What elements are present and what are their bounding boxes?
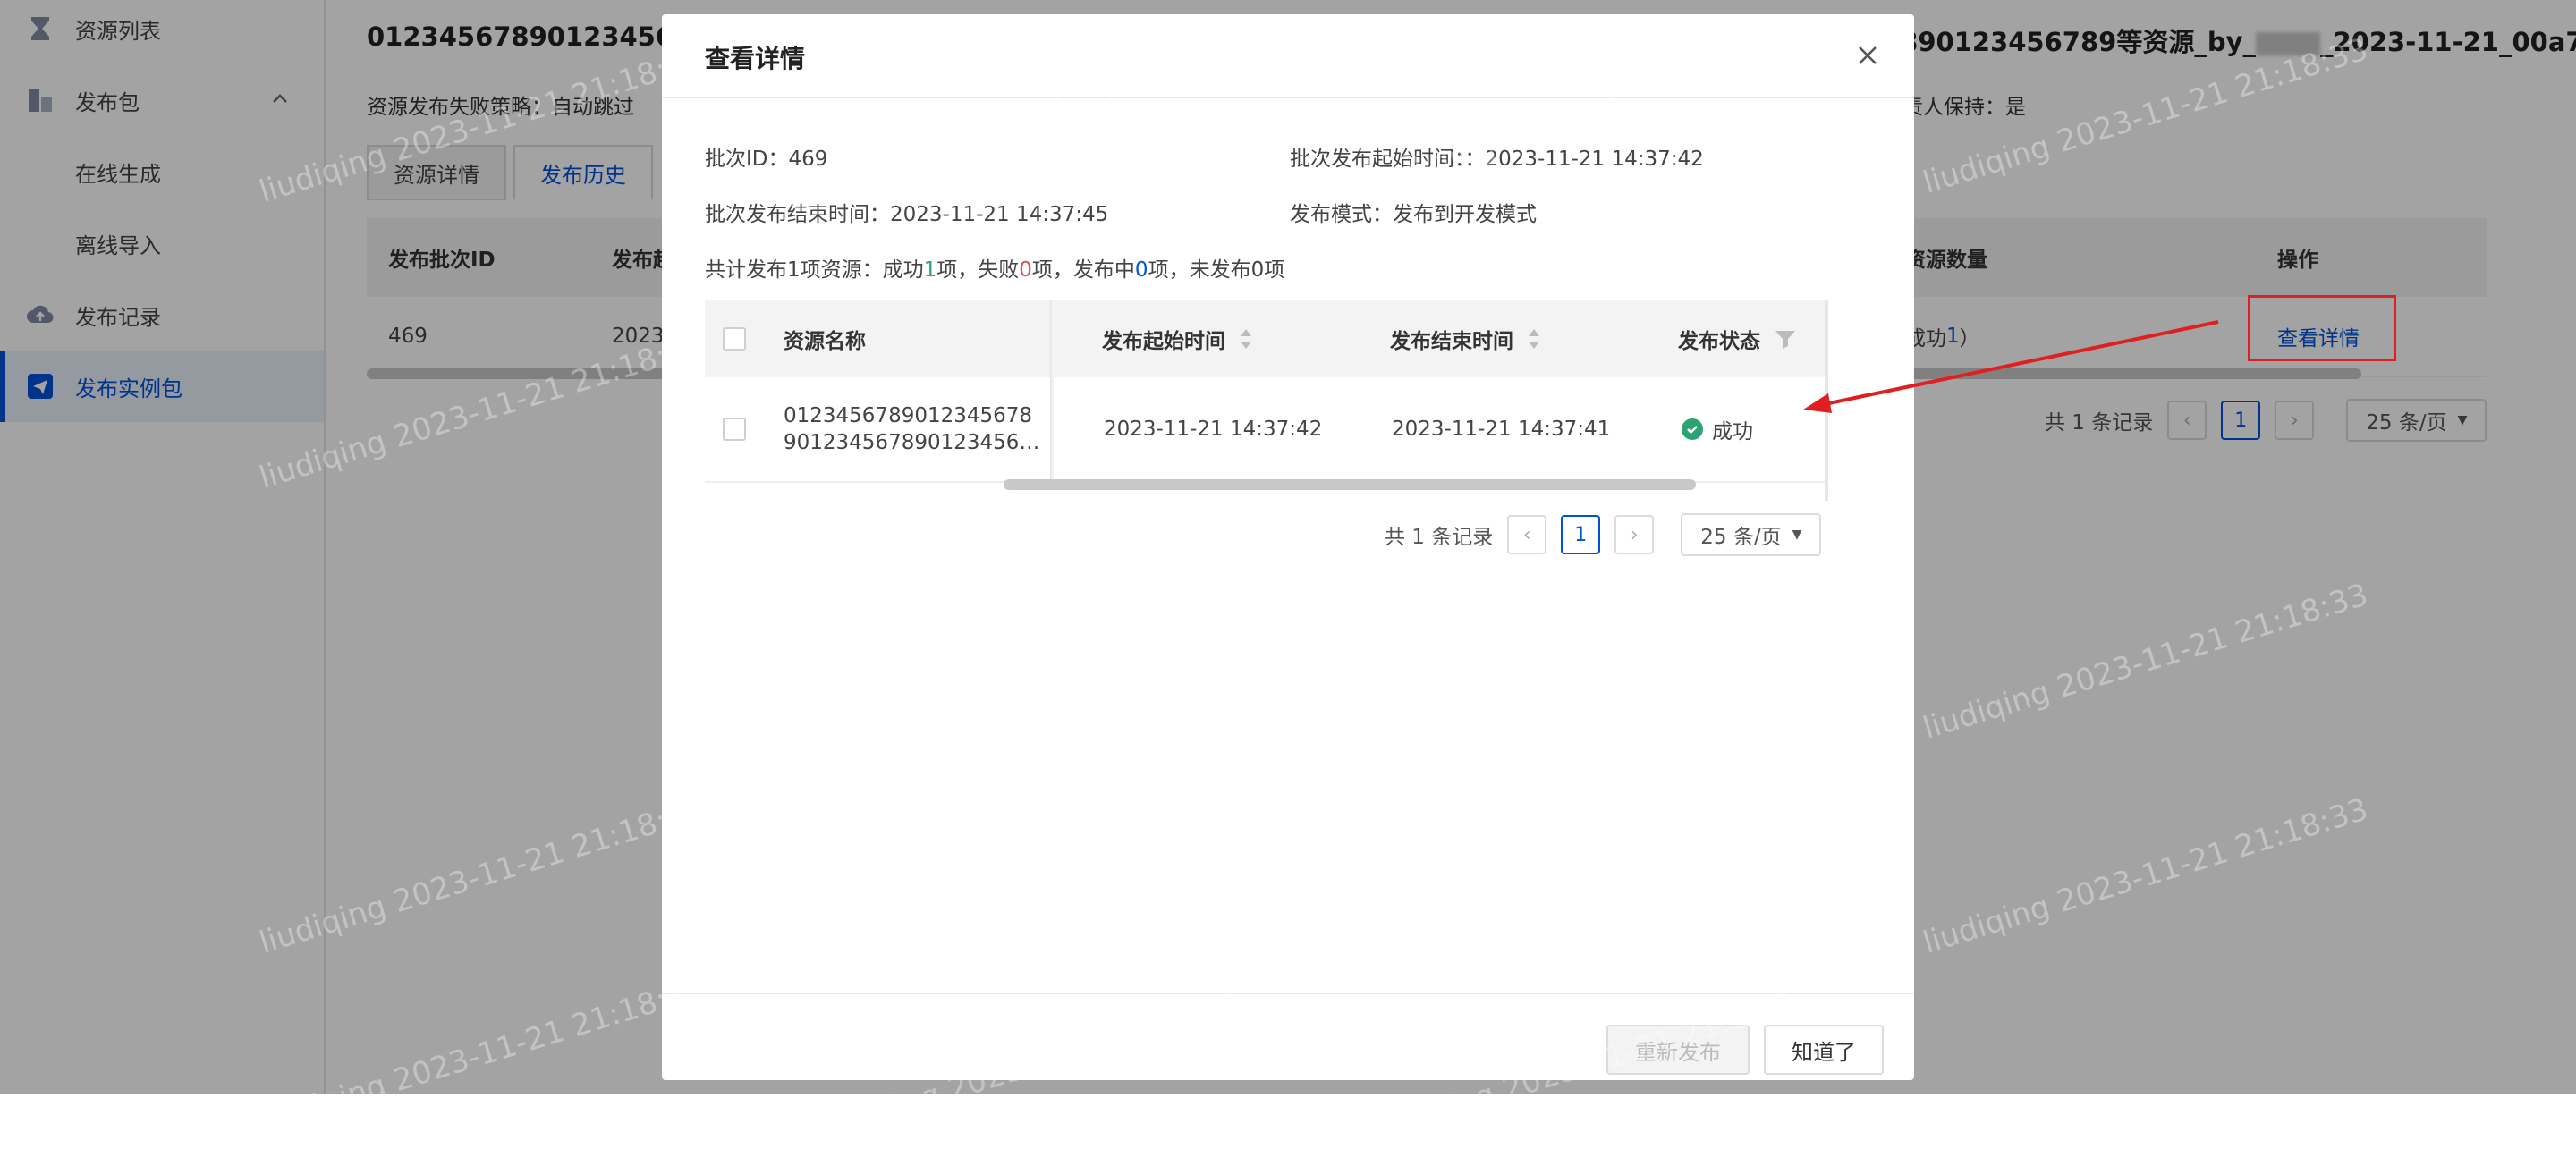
- page-size-value: 25 条/页: [1700, 526, 1782, 549]
- fixed-column-divider: [1050, 300, 1054, 481]
- summary-text: 共计发布1项资源：成功: [705, 258, 924, 282]
- table-row: 0123456789012345678 901234567890123456… …: [705, 377, 1828, 483]
- resource-name-line: 901234567890123456…: [784, 431, 1040, 454]
- caret-down-icon: ▼: [1792, 528, 1802, 542]
- start-time-cell: 2023-11-21 14:37:42: [1104, 418, 1323, 441]
- annotation-highlight-box: [2248, 295, 2396, 361]
- publish-mode-label: 发布模式：: [1290, 203, 1393, 226]
- page-size-select[interactable]: 25 条/页 ▼: [1681, 513, 1822, 556]
- total-records: 共 1 条记录: [1385, 526, 1494, 549]
- next-page-button[interactable]: ›: [1614, 515, 1655, 554]
- sort-icon[interactable]: [1238, 326, 1254, 351]
- summary-text: 项，未发布0项: [1148, 258, 1285, 282]
- batch-end-label: 批次发布结束时间：: [705, 203, 890, 226]
- summary-success-count: 1: [923, 258, 937, 282]
- publish-summary: 共计发布1项资源：成功1项，失败0项，发布中0项，未发布0项: [705, 252, 1284, 283]
- prev-page-button[interactable]: ‹: [1507, 515, 1547, 554]
- filter-icon[interactable]: [1775, 329, 1796, 349]
- summary-pending-count: 0: [1134, 258, 1148, 282]
- table-right-border: [1825, 300, 1828, 501]
- horizontal-scrollbar[interactable]: [1004, 479, 1696, 490]
- select-all-checkbox[interactable]: [723, 300, 746, 377]
- col-end-time[interactable]: 发布结束时间: [1390, 300, 1542, 377]
- table-header: 资源名称 发布起始时间 发布结束时间 发布状态: [705, 300, 1828, 377]
- pagination: 共 1 条记录 ‹ 1 › 25 条/页 ▼: [1385, 513, 1822, 556]
- resource-name-cell: 0123456789012345678 901234567890123456…: [784, 377, 1039, 481]
- publish-mode-info: 发布模式：发布到开发模式: [1290, 197, 1537, 227]
- sort-icon[interactable]: [1526, 326, 1542, 351]
- col-status[interactable]: 发布状态: [1678, 300, 1796, 377]
- acknowledge-button[interactable]: 知道了: [1764, 1025, 1884, 1075]
- batch-id-label: 批次ID：: [705, 148, 789, 171]
- resource-name-line: 0123456789012345678: [784, 404, 1033, 427]
- summary-text: 项，发布中: [1031, 258, 1135, 282]
- success-check-icon: [1682, 418, 1703, 440]
- end-time-cell: 2023-11-21 14:37:41: [1392, 418, 1611, 441]
- row-checkbox[interactable]: [723, 377, 746, 481]
- status-text: 成功: [1712, 420, 1753, 444]
- page-number-button[interactable]: 1: [1561, 515, 1601, 554]
- col-status-label: 发布状态: [1678, 330, 1760, 353]
- close-icon[interactable]: [1852, 39, 1884, 72]
- col-end-time-label: 发布结束时间: [1390, 330, 1513, 353]
- batch-end-value: 2023-11-21 14:37:45: [890, 203, 1109, 226]
- summary-text: 项，失败: [936, 258, 1020, 282]
- publish-mode-value: 发布到开发模式: [1393, 203, 1537, 226]
- col-start-time-label: 发布起始时间: [1102, 330, 1225, 353]
- summary-fail-count: 0: [1019, 258, 1032, 282]
- col-start-time[interactable]: 发布起始时间: [1102, 300, 1254, 377]
- status-badge: 成功: [1682, 377, 1753, 481]
- resource-table: 资源名称 发布起始时间 发布结束时间 发布状态 0123456789012345…: [705, 300, 1828, 501]
- dialog-title: 查看详情: [705, 44, 806, 73]
- batch-end-info: 批次发布结束时间：2023-11-21 14:37:45: [705, 197, 1108, 227]
- col-resource-name: 资源名称: [784, 330, 866, 353]
